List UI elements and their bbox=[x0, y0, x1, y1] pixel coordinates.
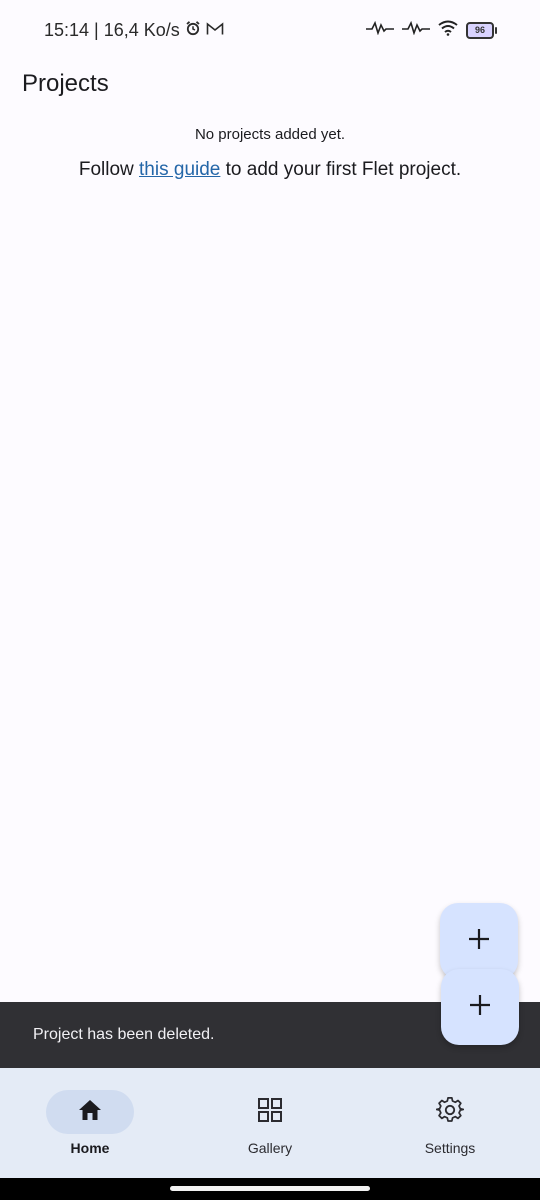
nav-icon-container bbox=[406, 1090, 494, 1134]
nav-item-settings[interactable]: Settings bbox=[360, 1068, 540, 1178]
status-time: 15:14 bbox=[44, 20, 90, 40]
nav-item-home[interactable]: Home bbox=[0, 1068, 180, 1178]
guide-text: Follow this guide to add your first Flet… bbox=[0, 159, 540, 181]
add-project-button[interactable] bbox=[441, 969, 519, 1045]
nav-icon-container bbox=[226, 1090, 314, 1134]
bottom-navigation: Home Gallery Settings bbox=[0, 1068, 540, 1178]
signal-icon bbox=[366, 20, 394, 40]
alarm-icon bbox=[185, 20, 201, 41]
status-bar: 15:14 | 16,4 Ko/s 96 bbox=[0, 0, 540, 62]
status-network-speed: 16,4 Ko/s bbox=[103, 20, 180, 40]
gmail-icon bbox=[206, 20, 224, 41]
snackbar-text: Project has been deleted. bbox=[33, 1026, 215, 1043]
nav-label-home: Home bbox=[70, 1140, 110, 1156]
gear-icon bbox=[435, 1096, 465, 1129]
grid-icon bbox=[257, 1097, 283, 1128]
page-title: Projects bbox=[22, 70, 109, 97]
status-left: 15:14 | 16,4 Ko/s bbox=[44, 20, 224, 41]
plus-icon bbox=[468, 928, 490, 955]
guide-prefix: Follow bbox=[78, 159, 140, 180]
nav-active-indicator bbox=[46, 1090, 134, 1134]
nav-label-settings: Settings bbox=[424, 1140, 476, 1156]
nav-label-gallery: Gallery bbox=[247, 1140, 293, 1156]
home-icon bbox=[77, 1098, 103, 1127]
add-project-button[interactable] bbox=[440, 903, 518, 979]
wifi-icon bbox=[438, 20, 458, 41]
nav-item-gallery[interactable]: Gallery bbox=[180, 1068, 360, 1178]
status-separator: | bbox=[94, 20, 99, 40]
status-right: 96 bbox=[366, 20, 497, 41]
home-indicator[interactable] bbox=[170, 1186, 370, 1191]
plus-icon bbox=[469, 994, 491, 1021]
system-navigation-bar bbox=[0, 1178, 540, 1200]
signal-icon bbox=[402, 20, 430, 40]
guide-link[interactable]: this guide bbox=[139, 159, 220, 180]
empty-state-message: No projects added yet. bbox=[194, 126, 346, 143]
battery-icon: 96 bbox=[466, 21, 497, 39]
guide-suffix: to add your first Flet project. bbox=[220, 159, 462, 180]
